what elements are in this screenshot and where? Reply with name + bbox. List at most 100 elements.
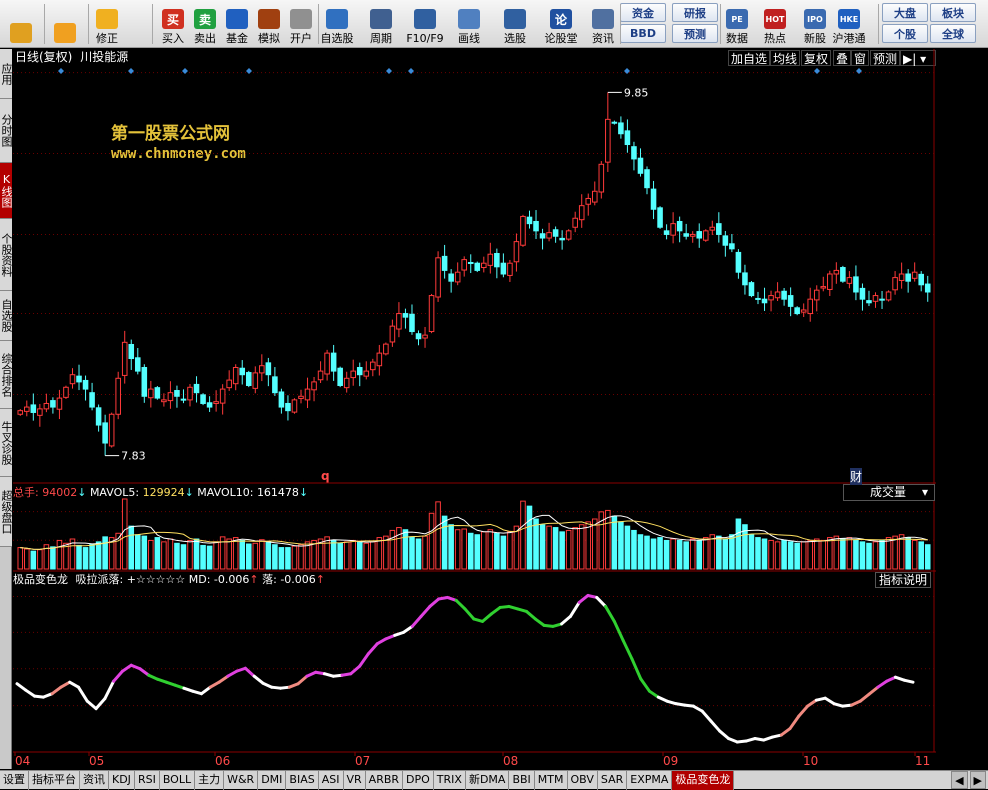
toolbar-fund-button[interactable]: 基金	[220, 2, 254, 46]
candle-up	[507, 262, 513, 276]
sidebar-tab[interactable]: 综合排名	[0, 341, 13, 409]
volume-bar	[605, 509, 611, 570]
sidebar-tab[interactable]: K线图	[0, 163, 13, 219]
volume-bar	[474, 534, 481, 570]
volume-bar	[526, 505, 533, 570]
volume-bar	[50, 546, 56, 570]
candle-up	[800, 309, 807, 313]
volume-bar	[618, 521, 624, 570]
indicator-tab[interactable]: EXPMA	[627, 771, 673, 790]
indicator-tab[interactable]: KDJ	[109, 771, 135, 790]
indicator-tab[interactable]: SAR	[598, 771, 628, 790]
finance-marker[interactable]: 财	[850, 468, 863, 485]
indicator-tab[interactable]: 主力	[195, 771, 225, 790]
indicator-tab[interactable]: BOLL	[160, 771, 196, 790]
toolbar-bottom-button[interactable]: 全球	[930, 24, 976, 43]
refresh-icon	[96, 9, 118, 29]
volume-bar	[141, 535, 148, 570]
candle-down	[500, 262, 507, 275]
indicator-tab[interactable]: 极品变色龙	[672, 771, 735, 790]
indicator-tab[interactable]: W&R	[224, 771, 259, 790]
indicator-segment	[68, 680, 80, 689]
toolbar-top-button[interactable]: 资金	[620, 3, 666, 22]
ipo-icon: IPO	[804, 9, 826, 29]
toolbar-back-arrow-button[interactable]	[48, 2, 82, 46]
sidebar-tab[interactable]: 分时图	[0, 99, 13, 163]
indicator-name: 极品变色龙	[13, 573, 68, 586]
indicator-tab[interactable]: BIAS	[286, 771, 319, 790]
candle-down	[30, 404, 37, 413]
indicator-tab[interactable]: OBV	[568, 771, 598, 790]
candle-down	[76, 375, 82, 383]
volume-bar	[285, 547, 291, 570]
volume-bar	[389, 529, 396, 570]
toolbar-top-button[interactable]: 研报	[672, 3, 718, 22]
candle-down	[761, 298, 768, 304]
toolbar-pen-button[interactable]: 画线	[452, 2, 486, 46]
indicator-segment	[112, 669, 124, 683]
scroll-left-icon[interactable]: ◀	[951, 771, 968, 789]
toolbar-lock-button[interactable]: 开户	[284, 2, 318, 46]
indicator-tab[interactable]: BBI	[509, 771, 535, 790]
toolbar-buy-button[interactable]: 买买入	[156, 2, 190, 46]
volume-selector[interactable]: 成交量 ▾	[843, 484, 935, 501]
indicator-tab[interactable]: ARBR	[366, 771, 404, 790]
chart-area[interactable]: 日线(复权) 川投能源 加自选 均线 复权 叠 窗 预测 ▶| ▾ 第一股票公式…	[13, 49, 988, 770]
toolbar-bottom-button[interactable]: BBD	[620, 24, 666, 43]
toolbar-hammer-button[interactable]: 模拟	[252, 2, 286, 46]
pen-icon	[458, 9, 480, 29]
toolbar-hot-button[interactable]: HOT 热点	[758, 2, 792, 46]
toolbar-label: 基金	[226, 32, 248, 45]
event-marker-q[interactable]: q	[321, 469, 330, 483]
toolbar-bottom-button[interactable]: 个股	[882, 24, 928, 43]
volume-bar	[853, 539, 859, 570]
toolbar-forum-button[interactable]: 论论股堂	[544, 2, 578, 46]
candle-down	[95, 407, 102, 426]
indicator-tab[interactable]: 新DMA	[466, 771, 510, 790]
candle-down	[141, 367, 148, 397]
sidebar-tab[interactable]: 应用	[0, 49, 13, 99]
toolbar-sell-button[interactable]: 卖卖出	[188, 2, 222, 46]
toolbar-top-button[interactable]: 大盘	[882, 3, 928, 22]
candle-down	[644, 169, 650, 189]
indicator-tab[interactable]: 资讯	[80, 771, 109, 790]
toolbar-screen-button[interactable]: 选股	[498, 2, 532, 46]
toolbar-grid-button[interactable]	[4, 2, 38, 46]
sidebar-tab[interactable]: 个股资料	[0, 219, 13, 291]
indicator-tab[interactable]: RSI	[135, 771, 160, 790]
indicator-tab[interactable]: TRIX	[434, 771, 466, 790]
chart-canvas[interactable]: 9.969.519.068.628.179.857.838085240426X1…	[13, 49, 936, 770]
volume-bar	[330, 539, 337, 570]
volume-bar	[637, 534, 644, 570]
toolbar-bottom-button[interactable]: 预测	[672, 24, 718, 43]
tab-scroll: ◀ ▶	[951, 771, 988, 789]
toolbar-top-button[interactable]: 板块	[930, 3, 976, 22]
indicator-tab[interactable]: ASI	[319, 771, 344, 790]
sidebar-tab[interactable]: 自选股	[0, 291, 13, 341]
volume-bar	[879, 539, 885, 570]
candle-up	[546, 232, 552, 239]
indicator-tab[interactable]: DMI	[258, 771, 287, 790]
volume-bar	[441, 515, 448, 570]
sidebar-tab[interactable]: 牛叉诊股	[0, 409, 13, 477]
indicator-tab[interactable]: 指标平台	[29, 771, 80, 790]
toolbar-f10-button[interactable]: F10/F9	[406, 2, 444, 46]
toolbar-star-button[interactable]: 自选股	[320, 2, 354, 46]
toolbar-pe-button[interactable]: PE 数据	[720, 2, 754, 46]
clock-icon	[370, 9, 392, 29]
scroll-right-icon[interactable]: ▶	[969, 771, 986, 789]
volume-bar	[722, 538, 729, 570]
sidebar-tab[interactable]: 超级盘口	[0, 477, 13, 547]
toolbar-hke-button[interactable]: HKE 沪港通	[832, 2, 866, 46]
toolbar-news-button[interactable]: 资讯	[586, 2, 620, 46]
indicator-segment	[199, 685, 212, 696]
indicator-tab[interactable]: VR	[344, 771, 366, 790]
indicator-explain-button[interactable]: 指标说明	[875, 572, 932, 588]
toolbar-refresh-button[interactable]: 修正	[90, 2, 124, 46]
indicator-tab[interactable]: MTM	[535, 771, 568, 790]
indicator-tab[interactable]: DPO	[403, 771, 434, 790]
arrow-down-icon: ↓	[298, 486, 309, 499]
toolbar-ipo-button[interactable]: IPO 新股	[798, 2, 832, 46]
indicator-tab[interactable]: 设置	[0, 771, 29, 790]
toolbar-clock-button[interactable]: 周期	[364, 2, 398, 46]
